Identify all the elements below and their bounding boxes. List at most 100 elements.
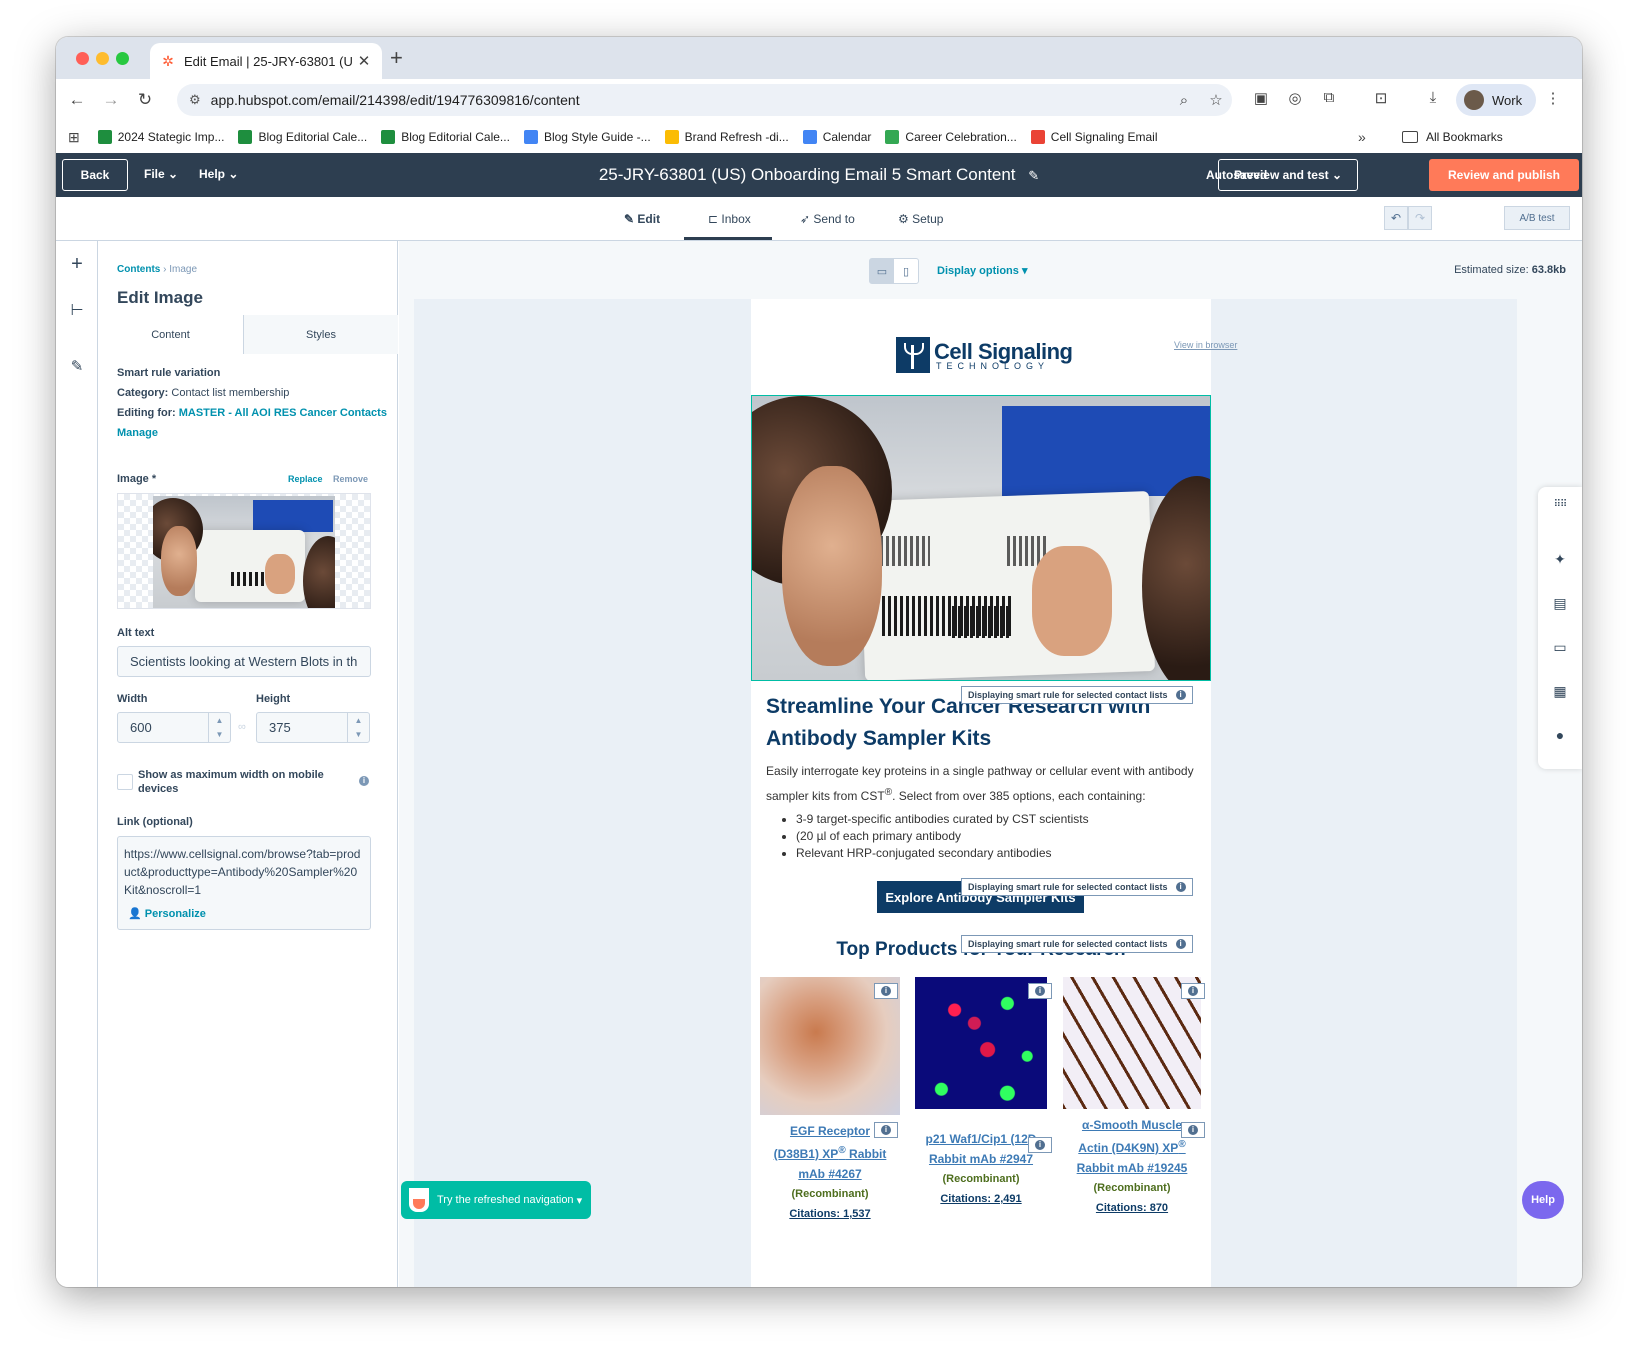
tab-inbox[interactable]: ⊏ Inbox bbox=[708, 212, 751, 226]
profile-button[interactable]: Work bbox=[1456, 84, 1536, 116]
ai-sparkle-icon[interactable]: ✦ bbox=[1550, 551, 1570, 568]
new-tab-icon[interactable]: + bbox=[390, 46, 403, 70]
browser-tab[interactable]: ✲ Edit Email | 25-JRY-63801 (U ✕ bbox=[150, 43, 382, 79]
tab-send-to[interactable]: ➶ Send to bbox=[800, 212, 855, 226]
citations-link[interactable]: Citations: 2,491 bbox=[908, 1189, 1054, 1209]
omnibox[interactable]: ⚙ app.hubspot.com/email/214398/edit/1947… bbox=[177, 84, 1232, 116]
product-info-badge[interactable]: i bbox=[1028, 983, 1052, 999]
tree-icon[interactable]: ⊢ bbox=[67, 301, 87, 319]
tab-edit[interactable]: ✎ Edit bbox=[624, 212, 660, 226]
all-bookmarks[interactable]: All Bookmarks bbox=[1402, 130, 1503, 144]
minimize-window-button[interactable] bbox=[96, 52, 109, 65]
smart-rule-badge[interactable]: Displaying smart rule for selected conta… bbox=[961, 935, 1193, 953]
smart-rule-badge[interactable]: Displaying smart rule for selected conta… bbox=[961, 878, 1193, 896]
site-settings-icon[interactable]: ⚙ bbox=[189, 92, 201, 108]
alt-text-input[interactable]: Scientists looking at Western Blots in t… bbox=[117, 646, 371, 677]
product-card-egfr[interactable]: EGF Receptor (D38B1) XP® Rabbit mAb #4267 … bbox=[757, 977, 903, 1224]
product-card-p21[interactable]: p21 Waf1/Cip1 (12D Rabbit mAb #2947 (Reco… bbox=[908, 977, 1054, 1209]
preview-and-test-button[interactable]: Preview and test ⌄ bbox=[1218, 159, 1358, 191]
display-options-menu[interactable]: Display options ▾ bbox=[937, 264, 1027, 277]
camera-icon[interactable]: ◎ bbox=[1284, 89, 1306, 107]
email-body-text[interactable]: Easily interrogate key proteins in a sin… bbox=[766, 761, 1196, 807]
width-input[interactable]: 600 ▲ ▼ bbox=[117, 712, 231, 743]
product-card-sma[interactable]: α-Smooth Muscle Actin (D4K9N) XP® Rabbit m… bbox=[1059, 977, 1205, 1218]
replace-link[interactable]: Replace bbox=[288, 474, 323, 484]
zoom-icon[interactable]: ⌕ bbox=[1168, 92, 1200, 109]
undo-button[interactable]: ↶ bbox=[1384, 206, 1408, 230]
tab-search-icon[interactable]: ⊡ bbox=[1370, 89, 1392, 107]
product-info-badge[interactable]: i bbox=[1028, 1137, 1052, 1153]
product-info-badge[interactable]: i bbox=[1181, 1122, 1205, 1138]
forward-icon[interactable]: → bbox=[98, 90, 124, 110]
more-bookmarks-icon[interactable]: » bbox=[1358, 129, 1366, 145]
close-window-button[interactable] bbox=[76, 52, 89, 65]
apps-grid-icon[interactable]: ⊞ bbox=[68, 129, 80, 146]
comment-icon[interactable]: ▤ bbox=[1550, 595, 1570, 612]
kebab-menu-icon[interactable]: ⋮ bbox=[1542, 89, 1564, 107]
smart-rule-badge[interactable]: Displaying smart rule for selected conta… bbox=[961, 686, 1193, 704]
link-ratio-icon[interactable]: ∞ bbox=[238, 721, 246, 733]
bookmark-item[interactable]: Blog Style Guide -... bbox=[523, 130, 651, 144]
preview-window-icon[interactable]: ▭ bbox=[1550, 639, 1570, 656]
link-input[interactable]: https://www.cellsignal.com/browse?tab=pr… bbox=[117, 836, 371, 930]
extension-icon[interactable]: ▣ bbox=[1250, 89, 1272, 107]
back-icon[interactable]: ← bbox=[64, 90, 90, 110]
chevron-up-icon[interactable]: ▲ bbox=[355, 716, 363, 725]
chevron-down-icon[interactable]: ▼ bbox=[216, 730, 224, 739]
bookmark-item[interactable]: Cell Signaling Email bbox=[1030, 130, 1158, 144]
info-icon[interactable]: i bbox=[1175, 690, 1186, 700]
download-icon[interactable]: ⤓ bbox=[1422, 89, 1444, 106]
view-in-browser-link[interactable]: View in browser bbox=[1174, 340, 1237, 350]
pencil-icon[interactable]: ✎ bbox=[1028, 168, 1039, 183]
add-icon[interactable]: + bbox=[67, 253, 87, 276]
remove-link[interactable]: Remove bbox=[333, 474, 368, 484]
width-stepper[interactable]: ▲ ▼ bbox=[208, 713, 230, 742]
kit-features-list[interactable]: 3-9 target-specific antibodies curated b… bbox=[796, 811, 1196, 862]
redo-button[interactable]: ↷ bbox=[1408, 206, 1432, 230]
info-icon[interactable]: i bbox=[1175, 939, 1186, 949]
url-text[interactable]: app.hubspot.com/email/214398/edit/194776… bbox=[211, 92, 1168, 108]
mobile-icon[interactable]: ▯ bbox=[894, 259, 918, 283]
product-info-badge[interactable]: i bbox=[874, 1122, 898, 1138]
desktop-icon[interactable]: ▭ bbox=[870, 259, 894, 283]
ab-test-button[interactable]: A/B test bbox=[1504, 206, 1570, 230]
hero-image[interactable] bbox=[751, 395, 1211, 681]
bookmark-item[interactable]: Blog Editorial Cale... bbox=[238, 130, 367, 144]
height-stepper[interactable]: ▲ ▼ bbox=[347, 713, 369, 742]
try-refreshed-navigation-button[interactable]: Try the refreshed navigation ▾ bbox=[401, 1181, 591, 1219]
cst-logo[interactable]: Cell Signaling TECHNOLOGY bbox=[896, 337, 1073, 373]
info-icon[interactable]: i bbox=[1175, 882, 1186, 892]
tab-content[interactable]: Content bbox=[98, 315, 244, 354]
chevron-up-icon[interactable]: ▲ bbox=[216, 716, 224, 725]
tab-setup[interactable]: ⚙ Setup bbox=[898, 212, 943, 226]
bookmark-item[interactable]: Calendar bbox=[802, 130, 871, 144]
info-icon[interactable]: i bbox=[359, 776, 369, 786]
drag-handle-icon[interactable]: ⠿⠿ bbox=[1550, 499, 1570, 510]
bookmark-item[interactable]: Blog Editorial Cale... bbox=[381, 130, 510, 144]
bookmark-item[interactable]: Brand Refresh -di... bbox=[664, 130, 789, 144]
help-button[interactable]: Help bbox=[1522, 1181, 1564, 1219]
manage-link[interactable]: Manage bbox=[117, 427, 158, 439]
tab-styles[interactable]: Styles bbox=[244, 315, 398, 354]
close-tab-icon[interactable]: ✕ bbox=[356, 52, 372, 70]
review-and-publish-button[interactable]: Review and publish bbox=[1429, 159, 1579, 191]
product-info-badge[interactable]: i bbox=[874, 983, 898, 999]
citations-link[interactable]: Citations: 870 bbox=[1059, 1198, 1205, 1218]
zoom-window-button[interactable] bbox=[116, 52, 129, 65]
editing-for-value[interactable]: MASTER - All AOI RES Cancer Contacts bbox=[179, 407, 387, 419]
star-icon[interactable]: ☆ bbox=[1200, 91, 1232, 109]
check-badge-icon[interactable]: ● bbox=[1550, 727, 1570, 743]
chevron-down-icon[interactable]: ▼ bbox=[355, 730, 363, 739]
product-info-badge[interactable]: i bbox=[1181, 983, 1205, 999]
bookmark-item[interactable]: Career Celebration... bbox=[885, 130, 1017, 144]
brush-icon[interactable]: ✎ bbox=[67, 357, 87, 375]
personalize-button[interactable]: 👤 Personalize bbox=[128, 905, 364, 923]
mobile-max-width-checkbox[interactable] bbox=[117, 774, 133, 790]
height-input[interactable]: 375 ▲ ▼ bbox=[256, 712, 370, 743]
citations-link[interactable]: Citations: 1,537 bbox=[757, 1204, 903, 1224]
breadcrumb-contents[interactable]: Contents bbox=[117, 264, 160, 275]
calendar-icon[interactable]: ▦ bbox=[1550, 683, 1570, 700]
image-thumbnail[interactable] bbox=[117, 493, 371, 609]
puzzle-icon[interactable]: ⧉ bbox=[1318, 89, 1340, 106]
bookmark-item[interactable]: 2024 Stategic Imp... bbox=[97, 130, 224, 144]
